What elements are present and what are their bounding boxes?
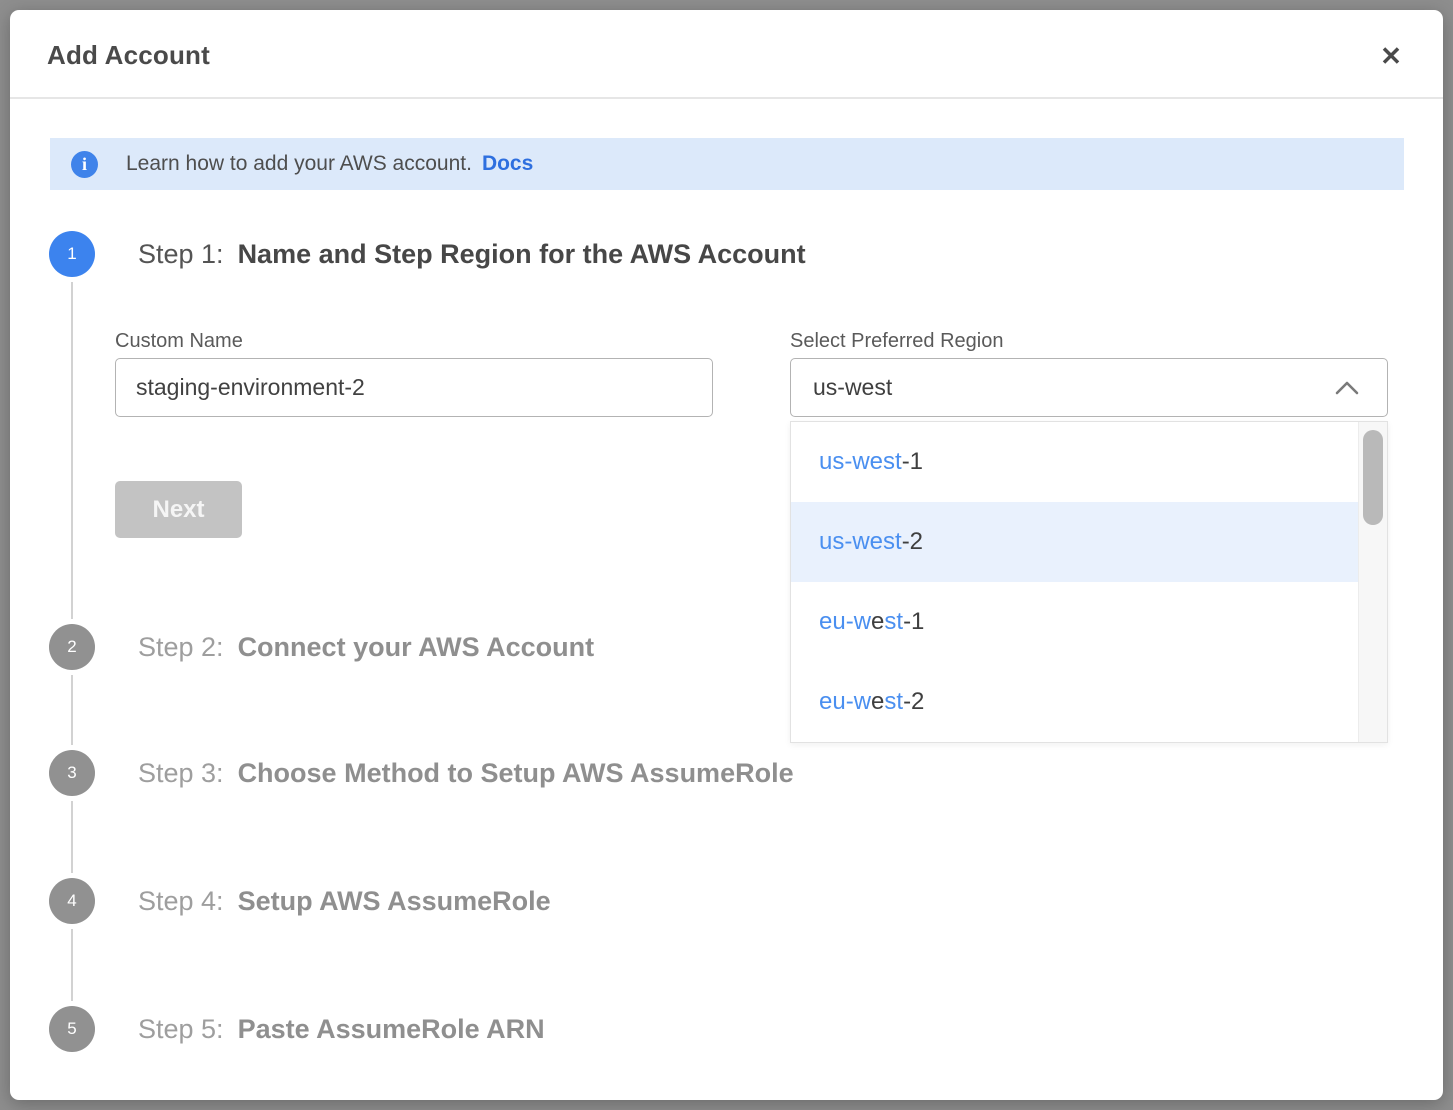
step-2-label: Step 2: [138,632,224,662]
region-option-eu-west-2[interactable]: eu-west-2 [791,662,1358,742]
step-4-row: 4 Step 4: Setup AWS AssumeRole [49,878,551,924]
option-match-text: eu-w [819,688,871,716]
step-5-row: 5 Step 5: Paste AssumeRole ARN [49,1006,545,1052]
region-dropdown: us-west-1us-west-2eu-west-1eu-west-2 [790,421,1388,743]
step-4-badge: 4 [49,878,95,924]
chevron-up-icon[interactable] [1333,379,1361,402]
step-2-badge: 2 [49,624,95,670]
option-match-text: st [884,608,903,636]
dropdown-scrollbar-thumb[interactable] [1363,430,1383,525]
step-3-badge: 3 [49,750,95,796]
option-text: -2 [903,688,924,716]
step-connector [71,801,73,873]
option-text: e [871,608,884,636]
step-2-title: Connect your AWS Account [238,632,595,662]
custom-name-label: Custom Name [115,330,243,353]
step-1-title: Name and Step Region for the AWS Account [238,239,806,269]
option-text: -1 [903,608,924,636]
option-match-text: st [884,688,903,716]
step-4-label: Step 4: [138,886,224,916]
step-4-title: Setup AWS AssumeRole [238,886,551,916]
option-text: -1 [902,448,923,476]
step-3-label: Step 3: [138,758,224,788]
close-icon[interactable]: ✕ [1373,38,1409,74]
step-5-badge: 5 [49,1006,95,1052]
option-text: -2 [902,528,923,556]
step-connector [71,929,73,1001]
option-match-text: us-west [819,528,902,556]
step-2-row: 2 Step 2: Connect your AWS Account [49,624,594,670]
option-match-text: us-west [819,448,902,476]
info-banner: i Learn how to add your AWS account. Doc… [50,138,1404,190]
step-1-label: Step 1: [138,239,224,269]
modal-title: Add Account [47,40,210,71]
step-3-title: Choose Method to Setup AWS AssumeRole [238,758,794,788]
region-option-eu-west-1[interactable]: eu-west-1 [791,582,1358,662]
step-1-row: 1 Step 1: Name and Step Region for the AW… [49,231,806,277]
next-button[interactable]: Next [115,481,242,538]
banner-text: Learn how to add your AWS account. [126,152,472,176]
modal-header: Add Account ✕ [10,10,1443,99]
dropdown-scrollbar-track[interactable] [1358,422,1387,742]
step-3-row: 3 Step 3: Choose Method to Setup AWS Assu… [49,750,794,796]
region-combobox-value: us-west [813,374,892,401]
custom-name-input[interactable] [115,358,713,417]
add-account-modal: Add Account ✕ i Learn how to add your AW… [10,10,1443,1100]
region-combobox[interactable]: us-west [790,358,1388,417]
step-1-badge: 1 [49,231,95,277]
docs-link[interactable]: Docs [482,152,533,176]
step-connector [71,675,73,745]
step-5-title: Paste AssumeRole ARN [238,1014,545,1044]
region-option-us-west-1[interactable]: us-west-1 [791,422,1358,502]
region-option-us-west-2[interactable]: us-west-2 [791,502,1358,582]
region-dropdown-options: us-west-1us-west-2eu-west-1eu-west-2 [791,422,1358,742]
step-connector [71,282,73,619]
option-match-text: eu-w [819,608,871,636]
option-text: e [871,688,884,716]
step-5-label: Step 5: [138,1014,224,1044]
region-label: Select Preferred Region [790,330,1003,353]
info-icon: i [71,151,98,178]
